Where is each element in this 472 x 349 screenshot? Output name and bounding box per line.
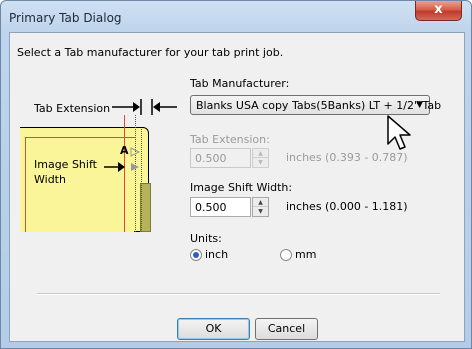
image-shift-width-label: Image Shift Width: bbox=[190, 181, 293, 194]
chevron-down-icon: ▼ bbox=[416, 100, 423, 110]
spin-down-icon: ▼ bbox=[258, 159, 263, 166]
dialog-window: Primary Tab Dialog x Select a Tab manufa… bbox=[0, 0, 472, 349]
units-mm-radio[interactable] bbox=[280, 249, 292, 261]
separator bbox=[37, 293, 440, 295]
instruction-text: Select a Tab manufacturer for your tab p… bbox=[17, 46, 284, 59]
spin-up-icon: ▲ bbox=[253, 149, 268, 158]
close-icon: x bbox=[434, 2, 443, 17]
cancel-button[interactable]: Cancel bbox=[255, 318, 318, 340]
tab-diagram: Tab Extension Image Shift Width A bbox=[20, 85, 180, 265]
tab-extension-label: Tab Extension: bbox=[190, 133, 270, 146]
spin-down-icon[interactable]: ▼ bbox=[253, 207, 268, 216]
units-inch-radio[interactable] bbox=[190, 249, 202, 261]
tab-extension-spin-buttons: ▲ ▼ bbox=[252, 148, 269, 168]
window-title: Primary Tab Dialog bbox=[9, 11, 122, 25]
image-shift-arrows bbox=[104, 147, 141, 172]
units-mm-label[interactable]: mm bbox=[295, 248, 316, 261]
units-label: Units: bbox=[190, 232, 222, 245]
close-button[interactable]: x bbox=[415, 1, 462, 21]
spin-up-icon[interactable]: ▲ bbox=[253, 198, 268, 207]
image-shift-width-spin-buttons[interactable]: ▲ ▼ bbox=[252, 197, 269, 217]
dialog-content: Select a Tab manufacturer for your tab p… bbox=[9, 32, 465, 342]
mouse-cursor-icon bbox=[387, 115, 411, 150]
tab-manufacturer-select[interactable]: Blanks USA copy Tabs(5Banks) LT + 1/2" T… bbox=[190, 95, 441, 115]
tab-extension-input: 0.500 bbox=[190, 148, 251, 168]
image-shift-width-input[interactable]: 0.500 bbox=[190, 197, 251, 217]
units-inch-label[interactable]: inch bbox=[205, 248, 228, 261]
tab-manufacturer-value: Blanks USA copy Tabs(5Banks) LT + 1/2" T… bbox=[196, 99, 442, 112]
ok-button[interactable]: OK bbox=[177, 318, 250, 340]
title-bar[interactable]: Primary Tab Dialog x bbox=[1, 1, 471, 32]
tab-manufacturer-label: Tab Manufacturer: bbox=[190, 77, 290, 90]
image-shift-width-range: inches (0.000 - 1.181) bbox=[286, 200, 408, 213]
